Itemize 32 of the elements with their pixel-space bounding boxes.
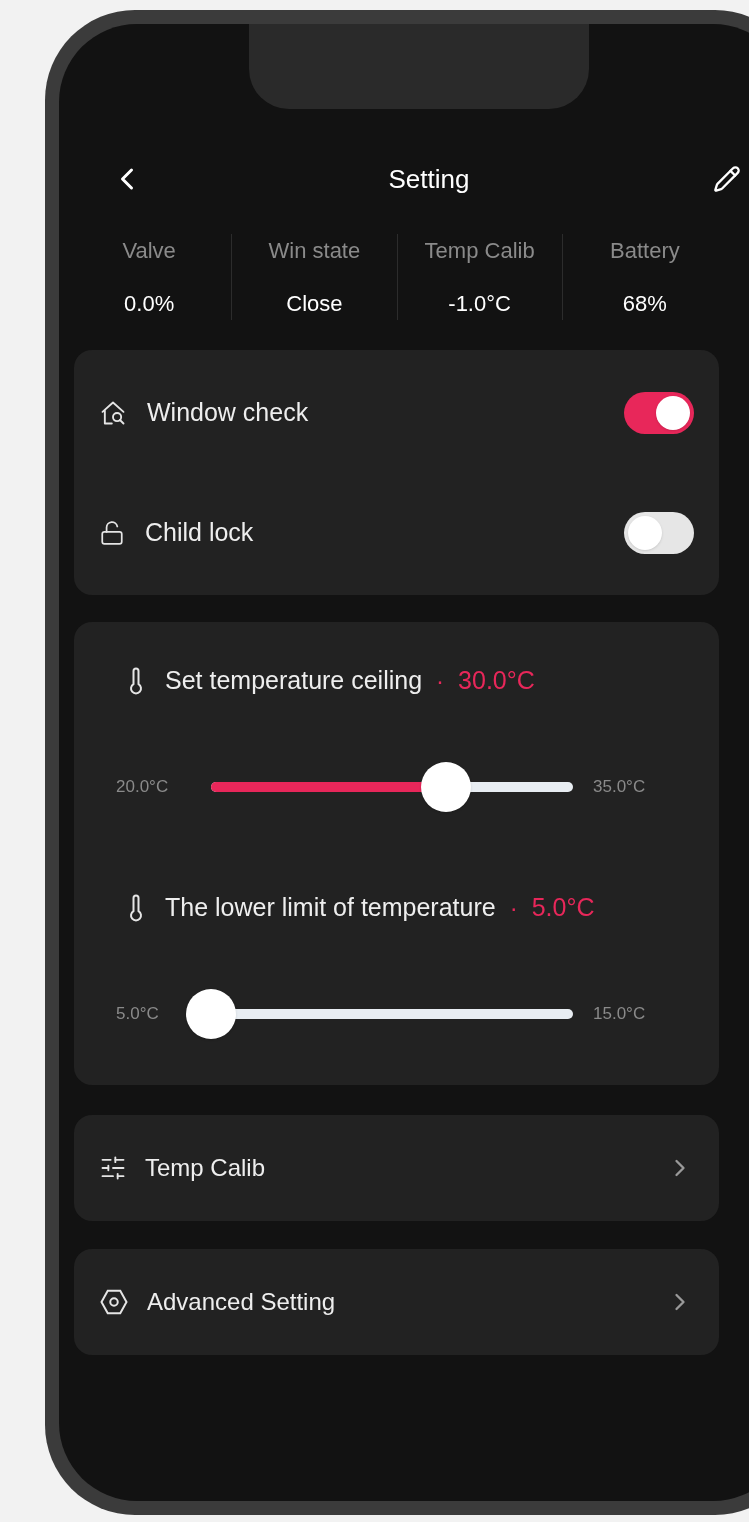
stat-label: Battery — [610, 237, 680, 265]
slider-label: The lower limit of temperature — [165, 892, 496, 923]
slider-thumb[interactable] — [186, 988, 236, 1039]
slider-value: 30.0°C — [458, 665, 535, 696]
max-label: 35.0°C — [593, 775, 646, 798]
separator-dot: · — [436, 665, 445, 696]
toggle-switch[interactable] — [624, 511, 694, 554]
menu-label: Temp Calib — [145, 1153, 267, 1183]
separator-dot: · — [509, 892, 518, 923]
hexagon-settings-icon — [99, 1287, 129, 1317]
max-label: 15.0°C — [593, 1002, 646, 1025]
slider-value: 5.0°C — [531, 892, 595, 923]
slider-label: Set temperature ceiling — [165, 665, 423, 696]
min-label: 5.0°C — [116, 1002, 160, 1025]
stat-label: Win state — [268, 237, 361, 265]
sliders-icon — [99, 1154, 127, 1182]
stat-value: -1.0°C — [448, 290, 511, 318]
stat-value: 0.0% — [124, 290, 175, 318]
page-title: Setting — [387, 162, 471, 196]
menu-label: Advanced Setting — [147, 1287, 337, 1317]
stat-value: 68% — [622, 290, 667, 318]
toggle-label: Child lock — [145, 516, 255, 548]
stat-value: Close — [286, 290, 343, 318]
stat-label: Temp Calib — [424, 237, 535, 265]
toggle-switch[interactable] — [624, 391, 694, 434]
edit-icon[interactable] — [713, 165, 741, 193]
stat-label: Valve — [122, 237, 176, 265]
menu-row[interactable]: Advanced Setting — [74, 1249, 719, 1355]
min-label: 20.0°C — [116, 775, 170, 798]
toggle-label: Window check — [147, 396, 310, 428]
menu-row[interactable]: Temp Calib — [74, 1115, 719, 1221]
unlock-icon — [99, 519, 125, 546]
